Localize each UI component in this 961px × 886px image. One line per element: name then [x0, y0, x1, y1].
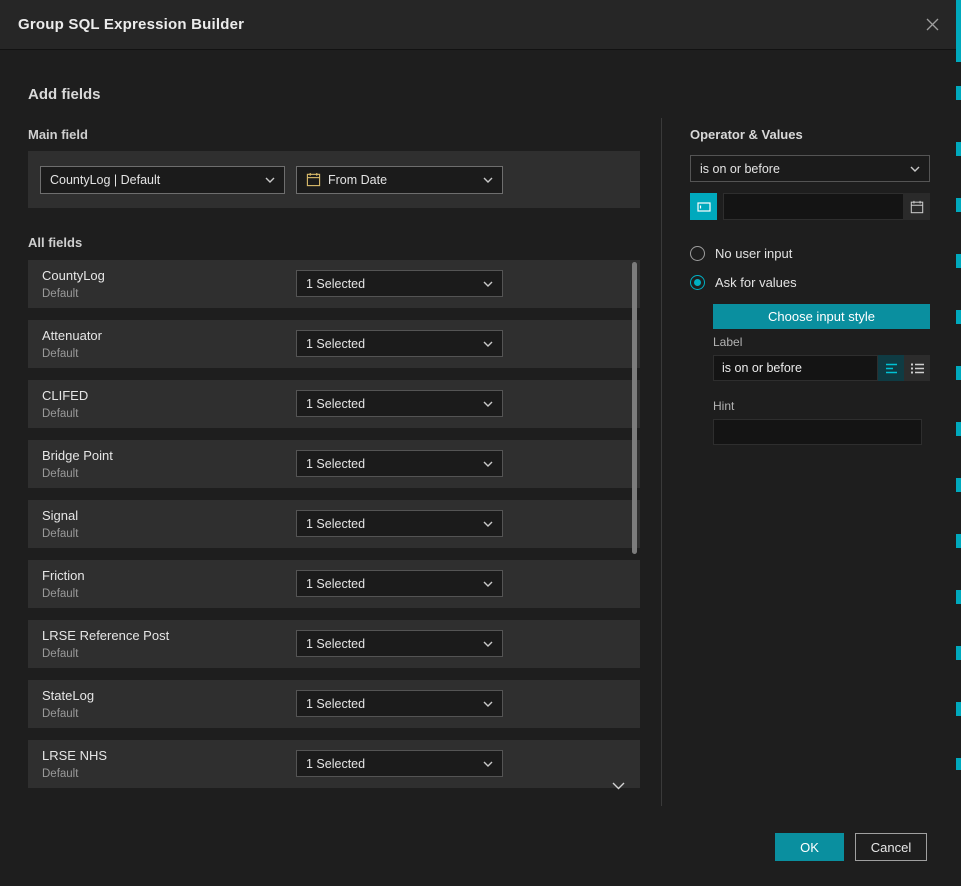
- accent-segment: [956, 0, 961, 62]
- field-values-select[interactable]: 1 Selected: [296, 510, 503, 537]
- field-values-select[interactable]: 1 Selected: [296, 570, 503, 597]
- field-values-select[interactable]: 1 Selected: [296, 270, 503, 297]
- chevron-down-icon: [483, 701, 493, 707]
- label-input[interactable]: [713, 355, 878, 381]
- scrollbar-thumb[interactable]: [632, 262, 637, 554]
- label-caption: Label: [713, 335, 742, 349]
- field-row-attenuator: Attenuator Default 1 Selected: [28, 320, 640, 368]
- chevron-down-icon: [483, 177, 493, 183]
- label-style-list-button[interactable]: [904, 355, 930, 381]
- chevron-down-icon: [483, 341, 493, 347]
- field-row-countylog: CountyLog Default 1 Selected: [28, 260, 640, 308]
- calendar-icon: [306, 172, 321, 187]
- operator-values-panel: Operator & Values is on or before No use…: [690, 0, 930, 886]
- field-row-signal: Signal Default 1 Selected: [28, 500, 640, 548]
- chevron-down-icon: [265, 177, 275, 183]
- no-user-input-label: No user input: [715, 246, 792, 261]
- hint-caption: Hint: [713, 399, 734, 413]
- field-values-select-value: 1 Selected: [306, 337, 476, 351]
- field-row-friction: Friction Default 1 Selected: [28, 560, 640, 608]
- main-field-label: Main field: [28, 127, 88, 142]
- ask-for-values-radio[interactable]: Ask for values: [690, 273, 797, 291]
- field-values-select-value: 1 Selected: [306, 277, 476, 291]
- align-left-icon: [885, 363, 898, 374]
- label-input-row: [713, 355, 930, 381]
- chevron-down-icon: [483, 581, 493, 587]
- panel-divider: [661, 118, 662, 806]
- operator-select[interactable]: is on or before: [690, 155, 930, 182]
- chevron-down-icon: [483, 761, 493, 767]
- main-field-panel: CountyLog | Default From Date: [28, 151, 640, 208]
- chevron-down-icon: [483, 521, 493, 527]
- group-sql-expression-builder-dialog: Group SQL Expression Builder Add fields …: [0, 0, 961, 886]
- cancel-button[interactable]: Cancel: [855, 833, 927, 861]
- label-style-single-button[interactable]: [878, 355, 904, 381]
- layer-select[interactable]: CountyLog | Default: [40, 166, 285, 194]
- field-values-select[interactable]: 1 Selected: [296, 330, 503, 357]
- choose-input-style-button[interactable]: Choose input style: [713, 304, 930, 329]
- field-values-select[interactable]: 1 Selected: [296, 630, 503, 657]
- ask-for-values-label: Ask for values: [715, 275, 797, 290]
- chevron-down-icon: [483, 401, 493, 407]
- field-values-select[interactable]: 1 Selected: [296, 450, 503, 477]
- field-values-select[interactable]: 1 Selected: [296, 750, 503, 777]
- chevron-down-icon: [483, 461, 493, 467]
- list-scrollbar[interactable]: [632, 260, 637, 792]
- field-values-select-value: 1 Selected: [306, 397, 476, 411]
- dialog-title: Group SQL Expression Builder: [18, 16, 244, 33]
- field-row-bridge-point: Bridge Point Default 1 Selected: [28, 440, 640, 488]
- accent-segments: [956, 86, 961, 770]
- field-row-lrse-reference-post: LRSE Reference Post Default 1 Selected: [28, 620, 640, 668]
- radio-checked-icon: [690, 275, 705, 290]
- operator-values-heading: Operator & Values: [690, 127, 803, 142]
- all-fields-label: All fields: [28, 235, 82, 250]
- date-value-input[interactable]: [723, 193, 903, 220]
- input-field-icon: [697, 200, 711, 214]
- all-fields-list: CountyLog Default 1 Selected Attenuator …: [28, 260, 640, 800]
- add-fields-heading: Add fields: [28, 86, 101, 103]
- bulleted-list-icon: [911, 363, 924, 374]
- date-picker-button[interactable]: [903, 193, 930, 220]
- date-value-row: [690, 193, 930, 220]
- ok-button[interactable]: OK: [775, 833, 844, 861]
- calendar-icon: [910, 200, 924, 214]
- input-mode-button[interactable]: [690, 193, 717, 220]
- field-row-clifed: CLIFED Default 1 Selected: [28, 380, 640, 428]
- chevron-down-icon: [910, 166, 920, 172]
- field-values-select[interactable]: 1 Selected: [296, 690, 503, 717]
- main-field-select-value: From Date: [328, 173, 476, 187]
- background-accent-strip: [956, 0, 961, 886]
- radio-unchecked-icon: [690, 246, 705, 261]
- field-values-select-value: 1 Selected: [306, 577, 476, 591]
- chevron-down-icon: [483, 641, 493, 647]
- no-user-input-radio[interactable]: No user input: [690, 244, 792, 262]
- hint-input[interactable]: [713, 419, 922, 445]
- field-row-lrse-nhs: LRSE NHS Default 1 Selected: [28, 740, 640, 788]
- field-values-select-value: 1 Selected: [306, 457, 476, 471]
- field-values-select-value: 1 Selected: [306, 697, 476, 711]
- scroll-down-icon[interactable]: [612, 782, 625, 790]
- chevron-down-icon: [483, 281, 493, 287]
- field-row-statelog: StateLog Default 1 Selected: [28, 680, 640, 728]
- field-values-select-value: 1 Selected: [306, 637, 476, 651]
- layer-select-value: CountyLog | Default: [50, 173, 258, 187]
- main-field-select[interactable]: From Date: [296, 166, 503, 194]
- field-values-select[interactable]: 1 Selected: [296, 390, 503, 417]
- field-values-select-value: 1 Selected: [306, 757, 476, 771]
- operator-select-value: is on or before: [700, 162, 903, 176]
- field-values-select-value: 1 Selected: [306, 517, 476, 531]
